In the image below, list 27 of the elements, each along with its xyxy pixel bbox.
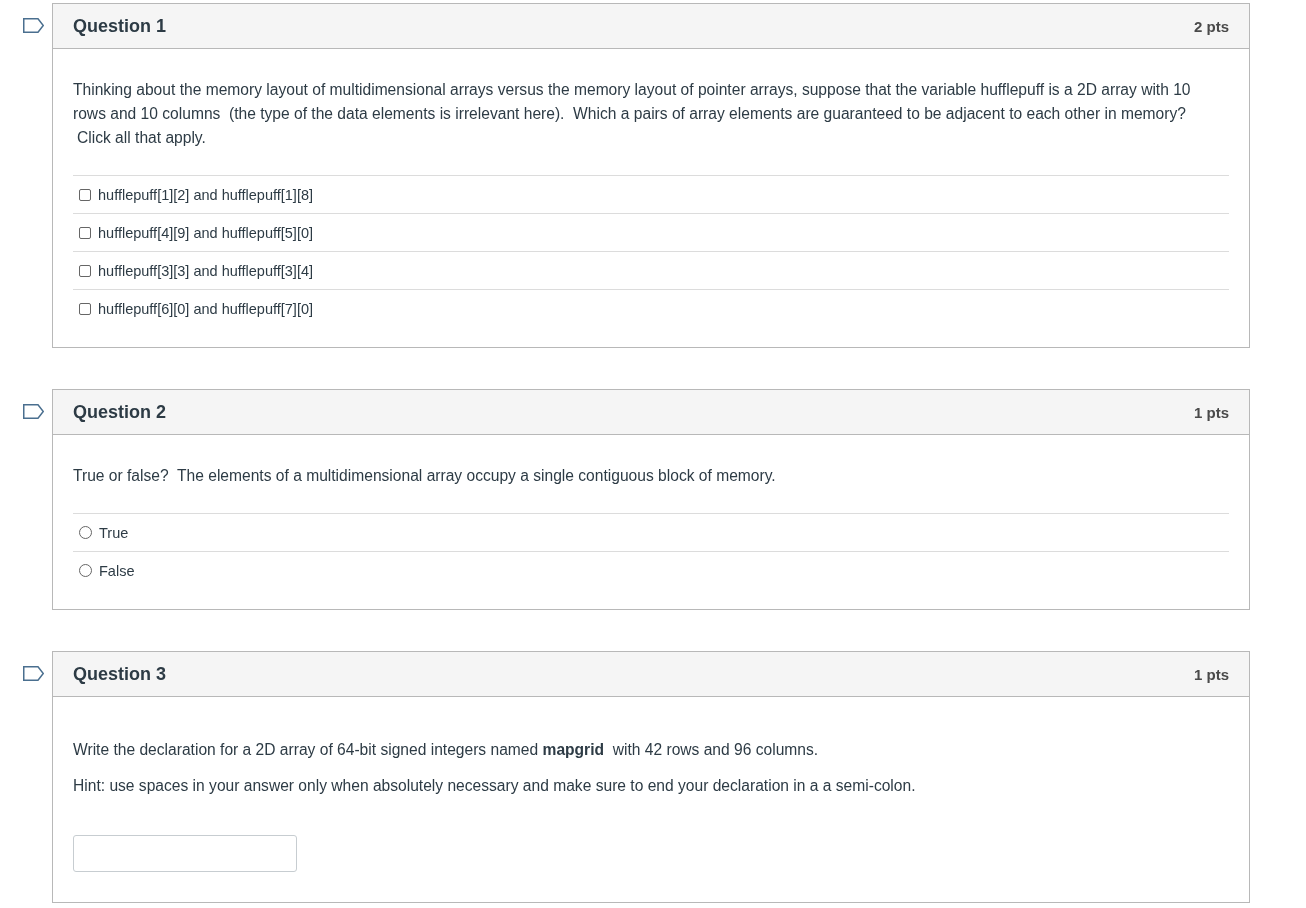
points-label: 1 pts — [1194, 403, 1229, 421]
question-text: Write the declaration for a 2D array of 64-bit signed integers named mapgrid with 42 rows and 96 columns. — [73, 740, 820, 760]
answer-option-label[interactable]: hufflepuff[1][2] and hufflepuff[1][8] — [98, 186, 313, 203]
answer-option-label[interactable]: hufflepuff[3][3] and hufflepuff[3][4] — [98, 262, 313, 279]
flag-icon[interactable] — [23, 666, 44, 681]
checkbox[interactable] — [79, 226, 91, 239]
points-label: 1 pts — [1194, 665, 1229, 683]
answer-option-label[interactable]: True — [99, 524, 129, 541]
flag-icon[interactable] — [23, 404, 44, 419]
answer-option-label[interactable]: hufflepuff[4][9] and hufflepuff[5][0] — [98, 224, 313, 241]
answer-option-label[interactable]: False — [99, 562, 135, 579]
question-text: True or false? The elements of a multidimensional array occupy a single contiguous block of memory. — [73, 466, 777, 486]
radio-button[interactable] — [79, 526, 92, 539]
answer-field[interactable] — [73, 835, 297, 872]
flag-icon[interactable] — [23, 18, 44, 33]
radio-button[interactable] — [79, 564, 92, 577]
checkbox[interactable] — [79, 188, 91, 201]
checkbox[interactable] — [79, 264, 91, 277]
points-label: 2 pts — [1194, 17, 1229, 35]
question-text: Thinking about the memory layout of multidimensional arrays versus the memory layout of pointer arrays, suppose that the variable hufflepuff is a 2D array with 10 rows and 10 columns (the type of the data elements is irrelevant here). Which a pairs of array elements are guaranteed to be adjacent to each other in memory? — [73, 80, 1192, 124]
question-text: Hint: use spaces in your answer only when absolutely necessary and make sure to end your declaration in a a semi-colon. — [73, 776, 917, 796]
question-title: Question 1 — [73, 15, 166, 37]
instruction-text: Click all that apply. — [76, 128, 207, 148]
question-title: Question 3 — [73, 663, 166, 685]
checkbox[interactable] — [79, 302, 91, 315]
answer-option-label[interactable]: hufflepuff[6][0] and hufflepuff[7][0] — [98, 300, 313, 317]
question-title: Question 2 — [73, 401, 166, 423]
